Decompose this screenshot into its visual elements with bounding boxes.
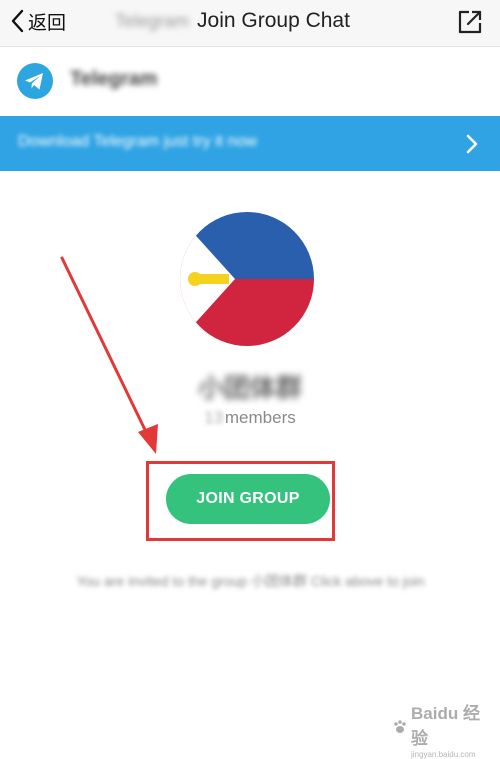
download-banner-text: Download Telegram just try it now bbox=[18, 133, 257, 150]
page-title-text: Join Group Chat bbox=[197, 9, 350, 32]
chevron-right-icon bbox=[466, 134, 478, 159]
member-count: 13 members bbox=[0, 408, 500, 428]
member-count-value: 13 bbox=[204, 408, 224, 427]
watermark-url: jingyan.baidu.com bbox=[411, 750, 476, 759]
app-header: Telegram bbox=[0, 47, 500, 115]
app-name: Telegram bbox=[70, 68, 158, 90]
download-banner[interactable]: Download Telegram just try it now bbox=[0, 116, 500, 171]
share-external-icon bbox=[456, 10, 484, 40]
paw-icon bbox=[392, 719, 408, 740]
watermark-brand: Baidu 经验 bbox=[411, 704, 480, 748]
invite-note: You are invited to the group 小团体群 Click … bbox=[76, 573, 425, 589]
member-count-label: members bbox=[224, 408, 296, 427]
baidu-watermark: Baidu 经验 jingyan.baidu.com bbox=[392, 704, 496, 759]
telegram-logo-icon bbox=[17, 63, 53, 99]
group-name: 小团体群 bbox=[197, 373, 302, 403]
page-title: Telegram Join Group Chat bbox=[115, 6, 350, 36]
top-navigation-bar: 返回 Telegram Join Group Chat bbox=[0, 0, 500, 47]
chevron-left-icon bbox=[10, 9, 24, 33]
group-avatar bbox=[180, 212, 314, 346]
page-title-app-name: Telegram bbox=[115, 10, 190, 31]
share-button[interactable] bbox=[456, 8, 484, 36]
back-button[interactable]: 返回 bbox=[10, 6, 66, 36]
back-label: 返回 bbox=[28, 12, 67, 34]
annotation-highlight-box bbox=[146, 461, 335, 541]
